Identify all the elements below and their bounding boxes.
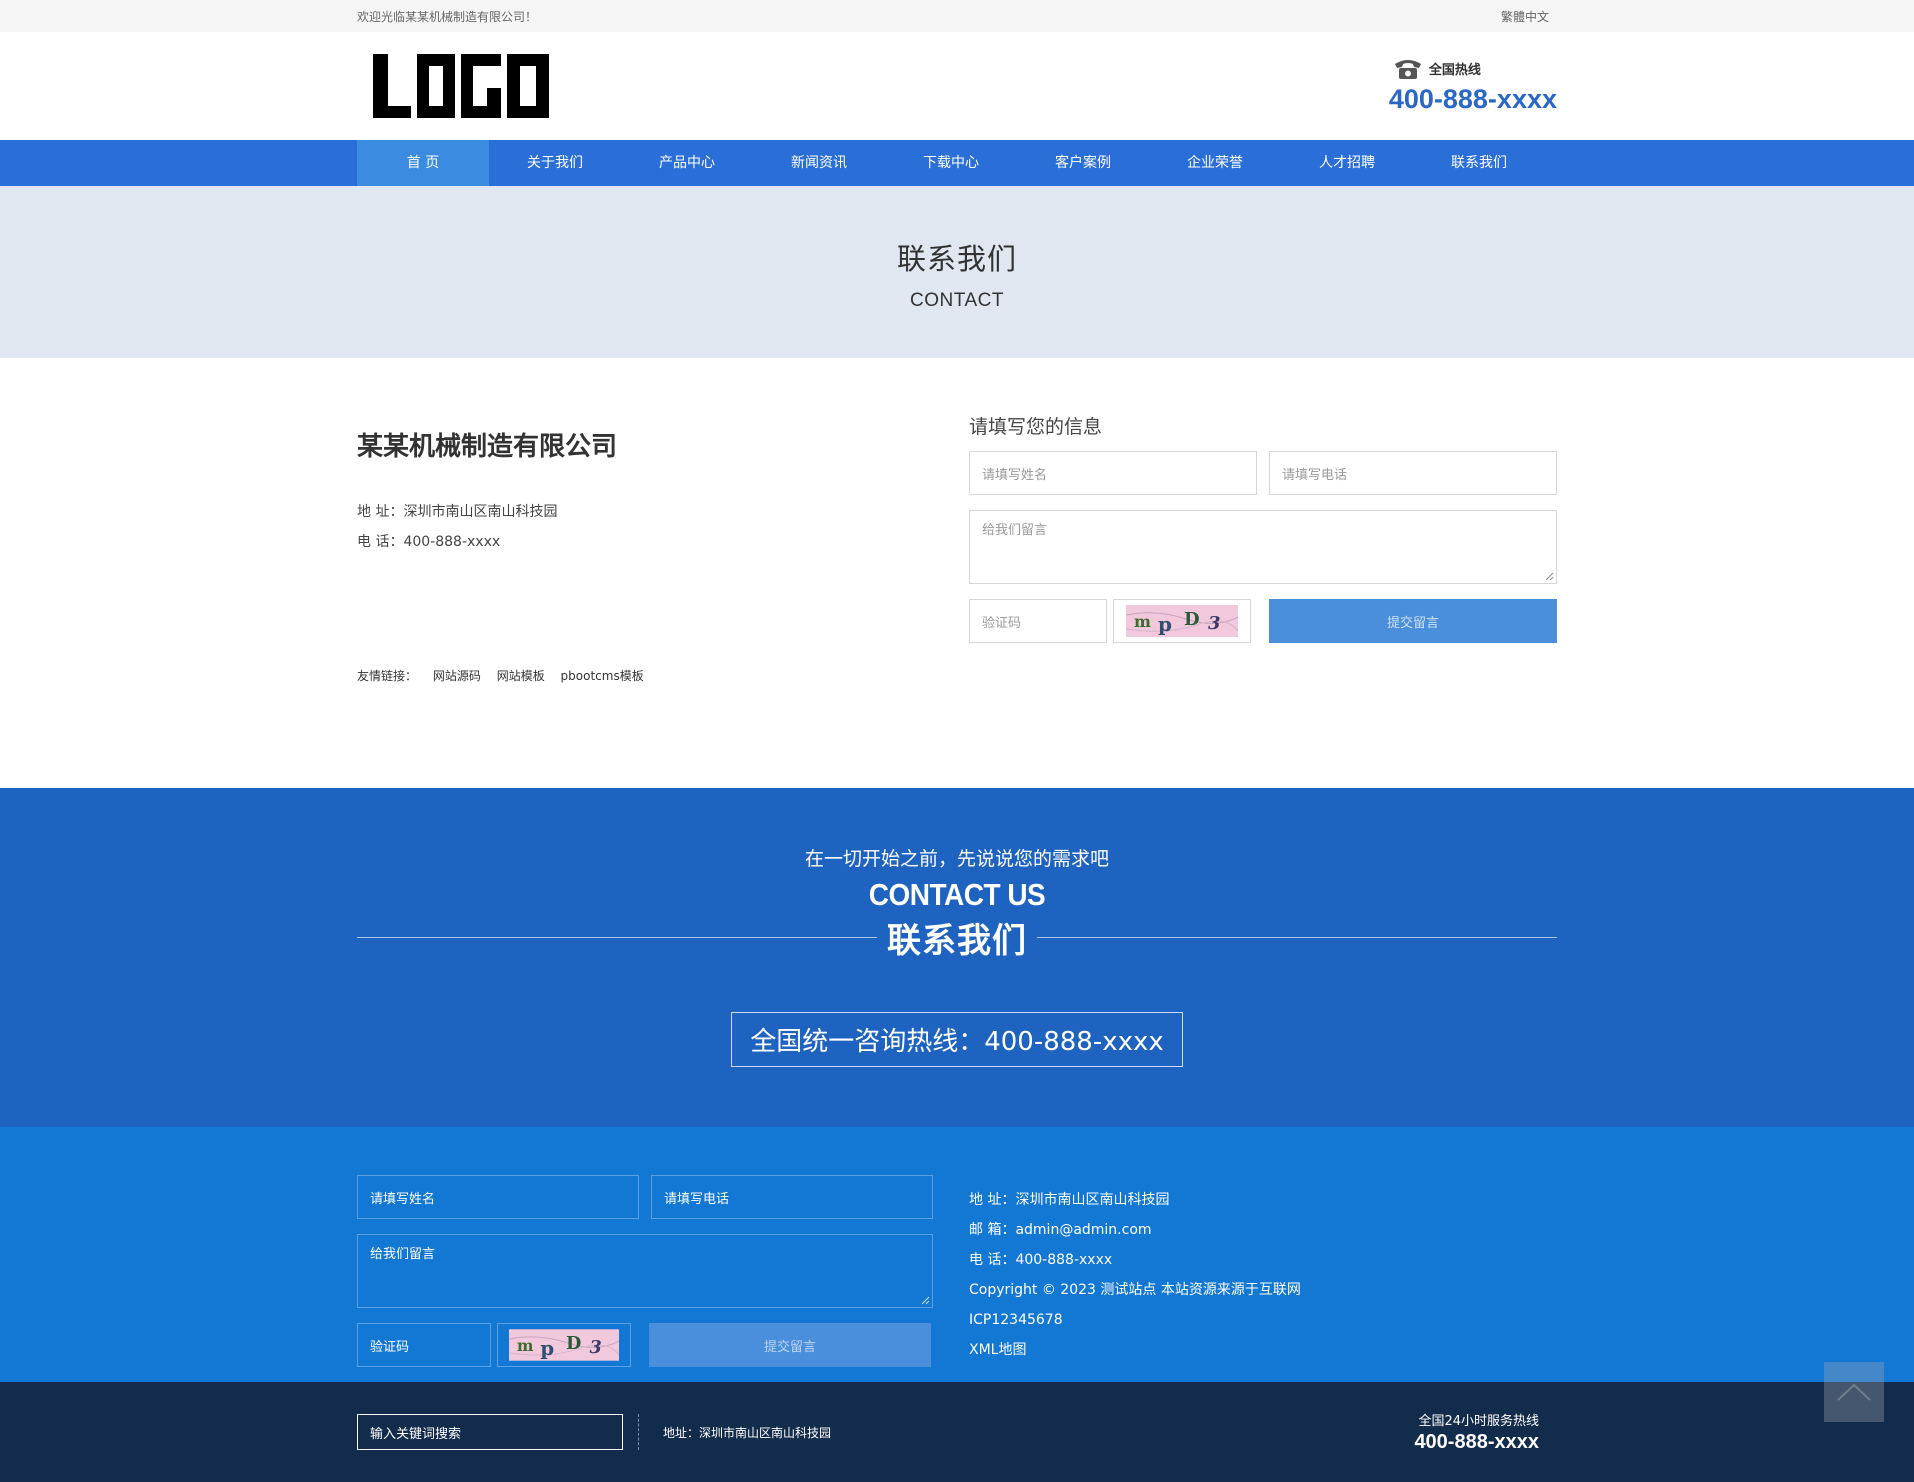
- footer-address: 地 址：深圳市南山区南山科技园: [969, 1192, 1170, 1208]
- footer-copyright: Copyright © 2023 测试站点 本站资源来源于互联网: [969, 1282, 1301, 1298]
- phone-input[interactable]: 请填写电话: [1269, 451, 1557, 495]
- resize-handle-icon[interactable]: [920, 1295, 930, 1305]
- friend-link[interactable]: 网站模板: [497, 669, 545, 683]
- captcha-icon: m p D 3: [1126, 605, 1238, 637]
- svg-text:D: D: [566, 1333, 581, 1354]
- company-name: 某某机械制造有限公司: [357, 432, 618, 462]
- phone-icon: [1394, 59, 1421, 79]
- captcha-input[interactable]: 验证码: [969, 599, 1107, 643]
- logo-image: [373, 54, 549, 118]
- message-placeholder: 给我们留言: [982, 523, 1048, 538]
- form-title: 请填写您的信息: [969, 416, 1103, 438]
- footer-email: 邮 箱：admin@admin.com: [969, 1222, 1152, 1238]
- site-logo[interactable]: [373, 54, 549, 118]
- bottom-hotline-number: 400-888-xxxx: [1414, 1431, 1539, 1453]
- footer-phone-input[interactable]: 请填写电话: [651, 1175, 933, 1219]
- chevron-up-icon: [1837, 1383, 1871, 1401]
- friend-links: 友情链接： 网站源码 网站模板 pbootcms模板: [357, 667, 917, 684]
- footer-message-textarea[interactable]: 给我们留言: [357, 1234, 933, 1308]
- band-title-cn: 联系我们: [887, 921, 1027, 961]
- company-address: 地 址：深圳市南山区南山科技园: [357, 504, 558, 520]
- message-form: 请填写您的信息 请填写姓名 请填写电话 给我们留言 验证码 m p D 3 提交…: [969, 358, 1557, 684]
- footer-info: 地 址：深圳市南山区南山科技园 邮 箱：admin@admin.com 电 话：…: [969, 1175, 1301, 1382]
- contact-band: 在一切开始之前，先说说您的需求吧 CONTACT US 联系我们 全国统一咨询热…: [0, 788, 1914, 1127]
- message-textarea[interactable]: 给我们留言: [969, 510, 1557, 584]
- bottom-bar: 输入关键词搜索 地址：深圳市南山区南山科技园 全国24小时服务热线 400-88…: [0, 1382, 1914, 1482]
- nav-item-news[interactable]: 新闻资讯: [753, 140, 885, 186]
- company-info: 某某机械制造有限公司 地 址：深圳市南山区南山科技园 电 话：400-888-x…: [357, 358, 917, 684]
- nav-item-products[interactable]: 产品中心: [621, 140, 753, 186]
- nav-item-jobs[interactable]: 人才招聘: [1281, 140, 1413, 186]
- name-input[interactable]: 请填写姓名: [969, 451, 1257, 495]
- page-banner: 联系我们 CONTACT: [0, 186, 1914, 358]
- footer-captcha-image[interactable]: m p D 3: [497, 1323, 631, 1367]
- bottom-hotline-label: 全国24小时服务热线: [1418, 1414, 1539, 1429]
- footer-name-input[interactable]: 请填写姓名: [357, 1175, 639, 1219]
- band-lead: 在一切开始之前，先说说您的需求吧: [804, 848, 1109, 870]
- nav-item-about[interactable]: 关于我们: [489, 140, 621, 186]
- captcha-icon: m p D 3: [509, 1329, 619, 1361]
- friend-links-label: 友情链接：: [357, 669, 418, 683]
- footer-message-placeholder: 给我们留言: [370, 1247, 436, 1262]
- footer-phone: 电 话：400-888-xxxx: [969, 1252, 1113, 1268]
- hotline-label: 全国热线: [1428, 63, 1481, 78]
- page-title: 联系我们: [896, 242, 1017, 276]
- header: 全国热线 400-888-xxxx: [0, 32, 1914, 140]
- search-input[interactable]: 输入关键词搜索: [357, 1414, 623, 1450]
- svg-text:p: p: [540, 1337, 554, 1360]
- nav-item-download[interactable]: 下载中心: [885, 140, 1017, 186]
- back-to-top-button[interactable]: [1824, 1362, 1884, 1422]
- submit-button[interactable]: 提交留言: [1269, 599, 1557, 643]
- divider: [638, 1414, 639, 1450]
- contact-content: 某某机械制造有限公司 地 址：深圳市南山区南山科技园 电 话：400-888-x…: [0, 358, 1914, 788]
- band-title-en: CONTACT US: [868, 877, 1046, 912]
- header-hotline: 全国热线 400-888-xxxx: [1389, 58, 1557, 115]
- nav-item-contact[interactable]: 联系我们: [1413, 140, 1545, 186]
- hotline-number: 400-888-xxxx: [1388, 83, 1557, 114]
- svg-text:3: 3: [1208, 613, 1221, 634]
- nav-item-home[interactable]: 首 页: [357, 140, 489, 186]
- footer-captcha-input[interactable]: 验证码: [357, 1323, 491, 1367]
- language-switch[interactable]: 繁體中文: [1501, 8, 1549, 25]
- footer-submit-button[interactable]: 提交留言: [649, 1323, 931, 1367]
- main-nav: 首 页 关于我们 产品中心 新闻资讯 下载中心 客户案例 企业荣誉 人才招聘 联…: [0, 140, 1914, 186]
- svg-text:m: m: [1134, 612, 1151, 631]
- footer-message-form: 请填写姓名 请填写电话 给我们留言 验证码 m p D 3 提交留言: [357, 1175, 933, 1382]
- svg-text:m: m: [517, 1336, 534, 1355]
- svg-text:p: p: [1158, 612, 1172, 636]
- nav-item-honors[interactable]: 企业荣誉: [1149, 140, 1281, 186]
- svg-text:3: 3: [590, 1337, 602, 1358]
- svg-text:D: D: [1184, 609, 1200, 630]
- bottom-hotline: 全国24小时服务热线 400-888-xxxx: [1414, 1410, 1539, 1454]
- captcha-image[interactable]: m p D 3: [1113, 599, 1251, 643]
- divider-line: [1037, 937, 1557, 938]
- friend-link[interactable]: 网站源码: [433, 669, 481, 683]
- divider-line: [357, 937, 877, 938]
- bottom-address: 地址：深圳市南山区南山科技园: [663, 1425, 832, 1440]
- nav-item-cases[interactable]: 客户案例: [1017, 140, 1149, 186]
- footer: 请填写姓名 请填写电话 给我们留言 验证码 m p D 3 提交留言 地 址：深…: [0, 1127, 1914, 1382]
- footer-icp[interactable]: ICP12345678: [969, 1305, 1301, 1335]
- top-bar: 欢迎光临某某机械制造有限公司！ 繁體中文: [0, 0, 1914, 32]
- resize-handle-icon[interactable]: [1544, 571, 1554, 581]
- footer-sitemap[interactable]: XML地图: [969, 1335, 1301, 1365]
- welcome-text: 欢迎光临某某机械制造有限公司！: [357, 9, 538, 24]
- page-subtitle: CONTACT: [910, 290, 1004, 311]
- band-hotline: 全国统一咨询热线：400-888-xxxx: [731, 1012, 1183, 1067]
- friend-link[interactable]: pbootcms模板: [561, 669, 644, 683]
- company-phone: 电 话：400-888-xxxx: [357, 534, 501, 550]
